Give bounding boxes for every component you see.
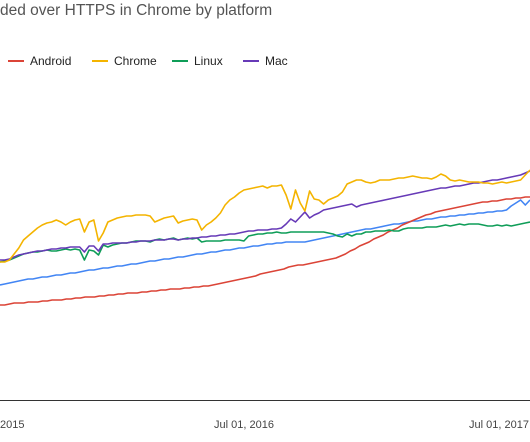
x-tick-label: 2015: [0, 419, 24, 431]
x-tick-label: Jul 01, 2017: [469, 419, 529, 431]
chart-plot: 2015 Jul 01, 2016 Jul 01, 2017: [0, 169, 530, 431]
x-tick-label: Jul 01, 2016: [214, 419, 274, 431]
linux-series-line: [0, 221, 530, 263]
series-layer: [0, 169, 530, 306]
